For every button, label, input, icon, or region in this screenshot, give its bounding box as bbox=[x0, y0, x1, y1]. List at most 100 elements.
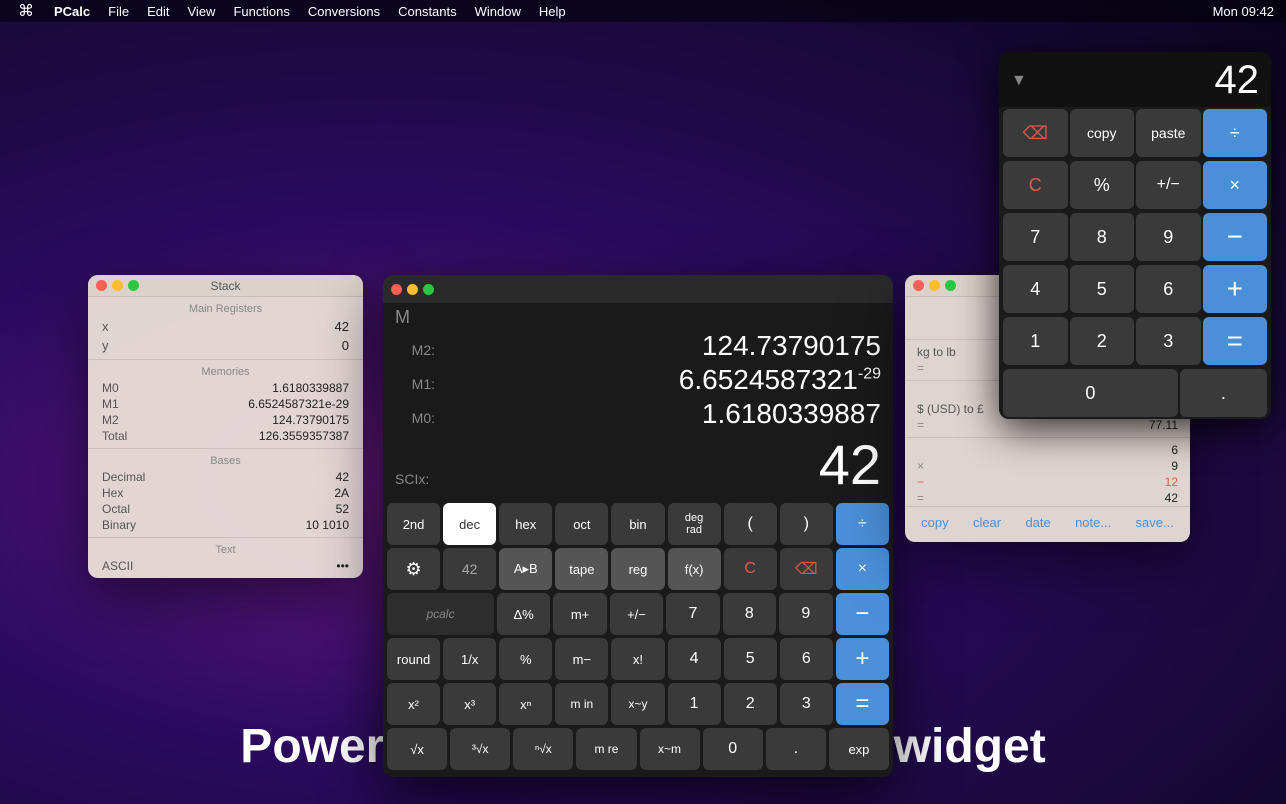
calc-deg-rad-button[interactable]: degrad bbox=[668, 503, 721, 545]
calc-dec-button[interactable]: dec bbox=[443, 503, 496, 545]
widget-minus-button[interactable]: − bbox=[1203, 213, 1268, 261]
conv-maximize-button[interactable] bbox=[945, 280, 956, 291]
stack-m1-label: M1 bbox=[102, 397, 119, 411]
widget-5-button[interactable]: 5 bbox=[1070, 265, 1135, 313]
widget-9-button[interactable]: 9 bbox=[1136, 213, 1201, 261]
conv-note-button[interactable]: note... bbox=[1067, 513, 1119, 532]
menubar-help[interactable]: Help bbox=[531, 2, 574, 21]
calc-1-button[interactable]: 1 bbox=[668, 683, 721, 725]
calc-m-re-button[interactable]: m re bbox=[576, 728, 636, 770]
calc-x-swap-m-button[interactable]: x~m bbox=[640, 728, 700, 770]
calc-clear-button[interactable]: C bbox=[724, 548, 777, 590]
widget-multiply-button[interactable]: × bbox=[1203, 161, 1268, 209]
menubar-functions[interactable]: Functions bbox=[225, 2, 297, 21]
conv-close-button[interactable] bbox=[913, 280, 924, 291]
calc-m-minus-button[interactable]: m− bbox=[555, 638, 608, 680]
calc-x2-button[interactable]: x² bbox=[387, 683, 440, 725]
calc-close-button[interactable] bbox=[391, 284, 402, 295]
calc-reciprocal-button[interactable]: 1/x bbox=[443, 638, 496, 680]
calc-5-button[interactable]: 5 bbox=[724, 638, 777, 680]
calc-tape-button[interactable]: tape bbox=[555, 548, 608, 590]
widget-copy-button[interactable]: copy bbox=[1070, 109, 1135, 157]
widget-plus-button[interactable]: + bbox=[1203, 265, 1268, 313]
calc-delta-pct-button[interactable]: Δ% bbox=[497, 593, 550, 635]
menubar-window[interactable]: Window bbox=[467, 2, 529, 21]
widget-plusminus-button[interactable]: +/− bbox=[1136, 161, 1201, 209]
calc-4-button[interactable]: 4 bbox=[668, 638, 721, 680]
calc-percent-button[interactable]: % bbox=[499, 638, 552, 680]
widget-dropdown[interactable]: ▼ bbox=[1011, 72, 1027, 90]
widget-equals-button[interactable]: = bbox=[1203, 317, 1268, 365]
menubar-pcalc[interactable]: PCalc bbox=[46, 2, 98, 21]
minimize-button[interactable] bbox=[112, 280, 123, 291]
widget-divide-button[interactable]: ÷ bbox=[1203, 109, 1268, 157]
calc-minus-button[interactable]: − bbox=[836, 593, 889, 635]
widget-0-button[interactable]: 0 bbox=[1003, 369, 1178, 417]
calc-6-button[interactable]: 6 bbox=[780, 638, 833, 680]
calc-cbrt-button[interactable]: ³√x bbox=[450, 728, 510, 770]
calc-x-swap-y-button[interactable]: x~y bbox=[611, 683, 664, 725]
menubar-view[interactable]: View bbox=[180, 2, 224, 21]
calc-2nd-button[interactable]: 2nd bbox=[387, 503, 440, 545]
calc-divide-button[interactable]: ÷ bbox=[836, 503, 889, 545]
calc-2-button[interactable]: 2 bbox=[724, 683, 777, 725]
widget-8-button[interactable]: 8 bbox=[1070, 213, 1135, 261]
menubar-constants[interactable]: Constants bbox=[390, 2, 465, 21]
calc-xn-button[interactable]: xⁿ bbox=[499, 683, 552, 725]
widget-2-button[interactable]: 2 bbox=[1070, 317, 1135, 365]
calc-fx-button[interactable]: f(x) bbox=[668, 548, 721, 590]
calc-9-button[interactable]: 9 bbox=[779, 593, 832, 635]
conv-clear-button[interactable]: clear bbox=[965, 513, 1009, 532]
widget-1-button[interactable]: 1 bbox=[1003, 317, 1068, 365]
calc-m-plus-button[interactable]: m+ bbox=[553, 593, 606, 635]
calc-plus-button[interactable]: + bbox=[836, 638, 889, 680]
calc-open-paren-button[interactable]: ( bbox=[724, 503, 777, 545]
calc-close-paren-button[interactable]: ) bbox=[780, 503, 833, 545]
calc-m-in-button[interactable]: m in bbox=[555, 683, 608, 725]
menubar-conversions[interactable]: Conversions bbox=[300, 2, 388, 21]
calc-minimize-button[interactable] bbox=[407, 284, 418, 295]
calc-bin-button[interactable]: bin bbox=[611, 503, 664, 545]
apple-menu[interactable]: ⌘ bbox=[8, 1, 44, 21]
calc-ab-convert-button[interactable]: A▸B bbox=[499, 548, 552, 590]
widget-7-button[interactable]: 7 bbox=[1003, 213, 1068, 261]
calc-plusminus-button[interactable]: +/− bbox=[610, 593, 663, 635]
menubar-edit[interactable]: Edit bbox=[139, 2, 177, 21]
calc-sqrt-button[interactable]: √x bbox=[387, 728, 447, 770]
calc-settings-button[interactable]: ⚙ bbox=[387, 548, 440, 590]
calc-0-button[interactable]: 0 bbox=[703, 728, 763, 770]
conv-save-button[interactable]: save... bbox=[1128, 513, 1182, 532]
widget-4-button[interactable]: 4 bbox=[1003, 265, 1068, 313]
calc-decimal-button[interactable]: . bbox=[766, 728, 826, 770]
calc-pcalc-button[interactable]: pcalc bbox=[387, 593, 494, 635]
conv-minimize-button[interactable] bbox=[929, 280, 940, 291]
calc-maximize-button[interactable] bbox=[423, 284, 434, 295]
calc-x3-button[interactable]: x³ bbox=[443, 683, 496, 725]
widget-percent-button[interactable]: % bbox=[1070, 161, 1135, 209]
calc-exp-button[interactable]: exp bbox=[829, 728, 889, 770]
calc-factorial-button[interactable]: x! bbox=[611, 638, 664, 680]
calc-nthrt-button[interactable]: ⁿ√x bbox=[513, 728, 573, 770]
calc-multiply-button[interactable]: × bbox=[836, 548, 889, 590]
calc-42-button[interactable]: 42 bbox=[443, 548, 496, 590]
calc-oct-button[interactable]: oct bbox=[555, 503, 608, 545]
maximize-button[interactable] bbox=[128, 280, 139, 291]
widget-3-button[interactable]: 3 bbox=[1136, 317, 1201, 365]
calc-7-button[interactable]: 7 bbox=[666, 593, 719, 635]
conv-copy-button[interactable]: copy bbox=[913, 513, 956, 532]
calc-3-button[interactable]: 3 bbox=[780, 683, 833, 725]
widget-clear-button[interactable]: C bbox=[1003, 161, 1068, 209]
menubar-file[interactable]: File bbox=[100, 2, 137, 21]
calc-8-button[interactable]: 8 bbox=[723, 593, 776, 635]
widget-backspace-button[interactable]: ⌫ bbox=[1003, 109, 1068, 157]
conv-date-button[interactable]: date bbox=[1017, 513, 1058, 532]
calc-reg-button[interactable]: reg bbox=[611, 548, 664, 590]
widget-6-button[interactable]: 6 bbox=[1136, 265, 1201, 313]
calc-round-button[interactable]: round bbox=[387, 638, 440, 680]
widget-decimal-button[interactable]: . bbox=[1180, 369, 1267, 417]
calc-hex-button[interactable]: hex bbox=[499, 503, 552, 545]
calc-backspace-button[interactable]: ⌫ bbox=[780, 548, 833, 590]
calc-equals-button[interactable]: = bbox=[836, 683, 889, 725]
widget-paste-button[interactable]: paste bbox=[1136, 109, 1201, 157]
close-button[interactable] bbox=[96, 280, 107, 291]
